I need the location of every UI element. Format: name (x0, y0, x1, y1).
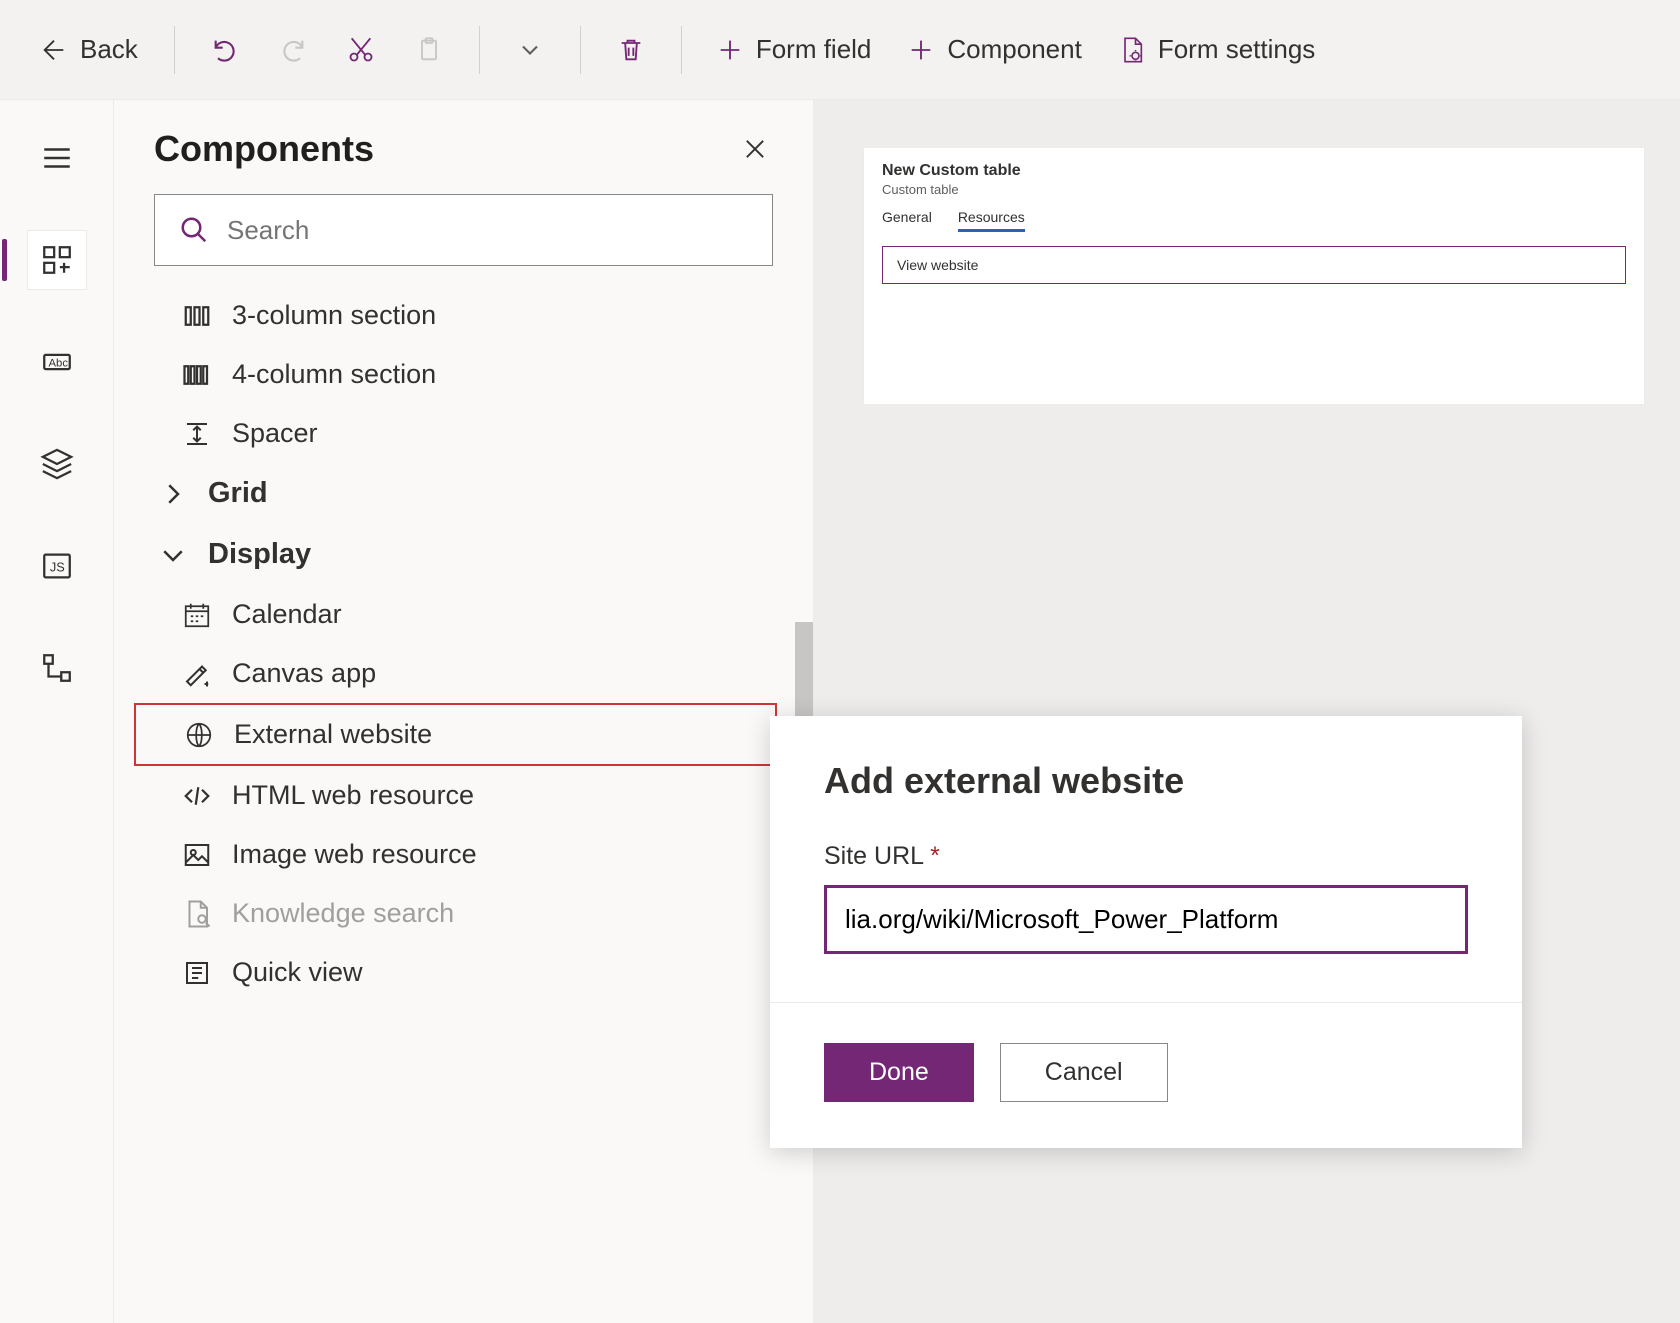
item-label: 4-column section (232, 359, 436, 390)
close-panel-button[interactable] (737, 131, 773, 167)
knowledge-search-icon (182, 899, 212, 929)
toolbar-divider-4 (681, 26, 682, 74)
item-canvas-app[interactable]: Canvas app (138, 644, 789, 703)
spacer-icon (182, 419, 212, 449)
popover-divider (770, 1002, 1522, 1003)
item-external-website[interactable]: External website (134, 703, 777, 766)
cut-button[interactable] (331, 28, 391, 72)
svg-text:JS: JS (49, 560, 64, 575)
section-view-website[interactable]: View website (882, 246, 1626, 284)
toolbar-divider-2 (479, 26, 480, 74)
form-preview[interactable]: New Custom table Custom table General Re… (864, 148, 1644, 404)
site-url-label: Site URL * (824, 842, 1468, 871)
popover-title: Add external website (824, 760, 1468, 802)
field-label-text: Site URL (824, 842, 923, 870)
item-label: Quick view (232, 957, 363, 988)
back-label: Back (80, 34, 138, 65)
item-quick-view[interactable]: Quick view (138, 943, 789, 1002)
columns3-icon (182, 301, 212, 331)
item-knowledge-search[interactable]: Knowledge search (138, 884, 789, 943)
svg-text:Abc: Abc (48, 357, 68, 369)
undo-button[interactable] (195, 28, 255, 72)
paste-options-button[interactable] (500, 28, 560, 72)
search-box[interactable] (154, 194, 773, 266)
search-icon (179, 215, 209, 245)
item-label: Calendar (232, 599, 342, 630)
code-icon (182, 781, 212, 811)
item-label: External website (234, 719, 432, 750)
form-subtitle: Custom table (882, 182, 1626, 197)
tab-resources[interactable]: Resources (958, 209, 1025, 232)
cancel-button[interactable]: Cancel (1000, 1043, 1168, 1102)
group-grid[interactable]: Grid (138, 463, 789, 524)
item-label: Image web resource (232, 839, 477, 870)
group-label: Display (208, 538, 311, 571)
form-settings-button[interactable]: Form settings (1104, 26, 1330, 73)
toolbar-divider-3 (580, 26, 581, 74)
add-component-button[interactable]: Component (893, 26, 1095, 73)
globe-icon (184, 720, 214, 750)
rail-tree[interactable] (27, 638, 87, 698)
rail-js[interactable]: JS (27, 536, 87, 596)
site-url-input[interactable] (824, 885, 1468, 954)
form-field-label: Form field (756, 34, 872, 65)
top-toolbar: Back Form field Component Form settings (0, 0, 1680, 100)
group-display[interactable]: Display (138, 524, 789, 585)
canvas-app-icon (182, 659, 212, 689)
component-label: Component (947, 34, 1081, 65)
done-button[interactable]: Done (824, 1043, 974, 1102)
group-label: Grid (208, 477, 268, 510)
delete-button[interactable] (601, 28, 661, 72)
back-button[interactable]: Back (24, 26, 154, 73)
quick-view-icon (182, 958, 212, 988)
required-asterisk: * (930, 842, 940, 870)
item-image-web-resource[interactable]: Image web resource (138, 825, 789, 884)
rail-fields[interactable]: Abc (27, 332, 87, 392)
item-label: 3-column section (232, 300, 436, 331)
item-label: HTML web resource (232, 780, 474, 811)
image-icon (182, 840, 212, 870)
tab-general[interactable]: General (882, 209, 932, 232)
paste-button[interactable] (399, 28, 459, 72)
form-settings-label: Form settings (1158, 34, 1316, 65)
panel-title: Components (154, 128, 374, 170)
item-label: Knowledge search (232, 898, 454, 929)
chevron-down-icon (158, 540, 188, 570)
rail-components[interactable] (27, 230, 87, 290)
columns4-icon (182, 360, 212, 390)
item-4-column-section[interactable]: 4-column section (138, 345, 789, 404)
calendar-icon (182, 600, 212, 630)
item-3-column-section[interactable]: 3-column section (138, 286, 789, 345)
item-label: Canvas app (232, 658, 376, 689)
item-spacer[interactable]: Spacer (138, 404, 789, 463)
item-label: Spacer (232, 418, 318, 449)
form-tabs: General Resources (882, 209, 1626, 232)
rail-layers[interactable] (27, 434, 87, 494)
item-html-web-resource[interactable]: HTML web resource (138, 766, 789, 825)
components-list: ▲ 3-column section 4-column section Spac… (114, 282, 813, 1323)
form-title: New Custom table (882, 162, 1626, 180)
item-calendar[interactable]: Calendar (138, 585, 789, 644)
components-panel: Components ▲ 3-column section 4-column s… (114, 100, 814, 1323)
rail-hamburger[interactable] (27, 128, 87, 188)
search-input[interactable] (227, 215, 748, 246)
chevron-right-icon (158, 479, 188, 509)
left-rail: Abc JS (0, 100, 114, 1323)
add-form-field-button[interactable]: Form field (702, 26, 886, 73)
add-external-website-popover: Add external website Site URL * Done Can… (770, 716, 1522, 1148)
redo-button[interactable] (263, 28, 323, 72)
toolbar-divider (174, 26, 175, 74)
